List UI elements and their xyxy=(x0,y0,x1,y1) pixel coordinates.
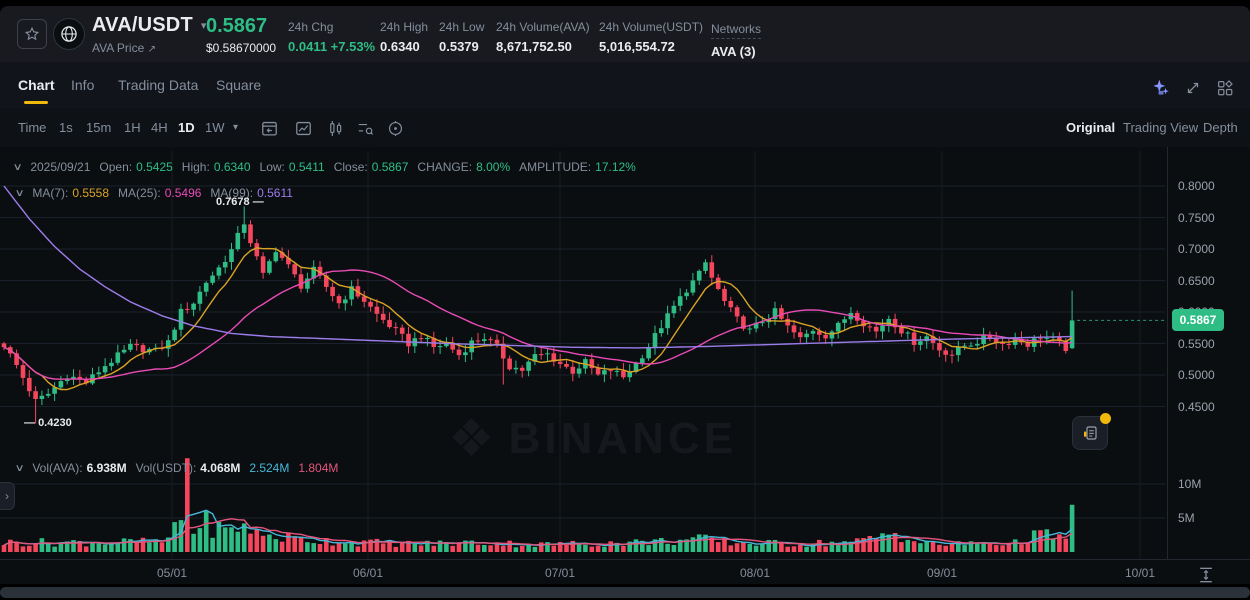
collapse-chevron-icon[interactable]: ∨ xyxy=(15,463,25,474)
time-axis-separator xyxy=(0,559,1250,560)
price-axis-label: 0.7000 xyxy=(1178,242,1215,256)
ohlc-change: 8.00% xyxy=(476,160,510,174)
collapse-chevron-icon[interactable]: ∨ xyxy=(13,162,23,173)
ohlc-high: 0.6340 xyxy=(214,160,251,174)
chart-region[interactable]: ❖ BINANCE ∨ 2025/09/21 Open:0.5425 High:… xyxy=(0,147,1250,584)
vol-ma10-value: 1.804M xyxy=(298,461,338,475)
price-axis-label: 0.7500 xyxy=(1178,211,1215,225)
chart-card: AVA/USDT ▾ AVA Price ↗ 0.5867 $0.5867000… xyxy=(0,6,1250,584)
ohlc-amplitude: 17.12% xyxy=(595,160,636,174)
low-annotation: — 0.4230 xyxy=(24,417,72,429)
ohlc-row: ∨ 2025/09/21 Open:0.5425 High:0.6340 Low… xyxy=(14,160,636,174)
price-axis-label: 0.4500 xyxy=(1178,400,1215,414)
last-price-tag: 0.5867 xyxy=(1172,309,1224,331)
ma25-value: 0.5496 xyxy=(165,186,202,200)
vol-ma5-value: 2.524M xyxy=(249,461,289,475)
price-axis-label: 0.8000 xyxy=(1178,179,1215,193)
ohlc-low: 0.5411 xyxy=(289,160,325,174)
news-button[interactable] xyxy=(1072,416,1108,450)
trading-app: AVA/USDT ▾ AVA Price ↗ 0.5867 $0.5867000… xyxy=(0,0,1250,600)
price-axis[interactable]: 0.80000.75000.70000.65000.60000.55000.50… xyxy=(1167,147,1250,559)
ohlc-date: 2025/09/21 xyxy=(30,160,90,174)
ohlc-close: 0.5867 xyxy=(372,160,409,174)
auto-fit-button[interactable] xyxy=(1196,565,1216,584)
vol-usdt-value: 4.068M xyxy=(200,461,240,475)
news-icon xyxy=(1081,424,1099,442)
price-axis-label: 0.5500 xyxy=(1178,337,1215,351)
ma7-value: 0.5558 xyxy=(72,186,109,200)
chart-canvas[interactable] xyxy=(0,6,1250,584)
collapse-chevron-icon[interactable]: ∨ xyxy=(15,188,25,199)
panel-expand-tab[interactable]: › xyxy=(0,482,15,510)
price-axis-label: 0.5000 xyxy=(1178,368,1215,382)
volume-axis-label: 5M xyxy=(1178,511,1195,525)
high-annotation: 0.7678 — xyxy=(216,196,264,208)
volume-row: ∨ Vol(AVA):6.938M Vol(USDT):4.068M 2.524… xyxy=(16,461,338,475)
notification-dot xyxy=(1100,413,1111,424)
ohlc-open: 0.5425 xyxy=(136,160,173,174)
fit-vertical-icon xyxy=(1196,565,1216,584)
vol-ava-value: 6.938M xyxy=(87,461,127,475)
price-axis-label: 0.6500 xyxy=(1178,274,1215,288)
volume-axis-label: 10M xyxy=(1178,477,1201,491)
bottom-panel-handle[interactable] xyxy=(0,587,1250,598)
